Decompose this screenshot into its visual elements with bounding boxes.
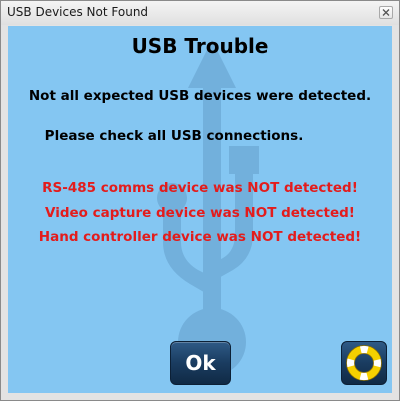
close-button[interactable] xyxy=(379,6,393,19)
ok-button[interactable]: Ok xyxy=(170,341,231,385)
close-icon xyxy=(382,9,390,16)
window-title: USB Devices Not Found xyxy=(7,5,149,19)
detection-message: Not all expected USB devices were detect… xyxy=(28,88,372,104)
error-message-rs485: RS-485 comms device was NOT detected! xyxy=(42,180,358,196)
dialog-content: USB Trouble Not all expected USB devices… xyxy=(8,26,392,393)
help-button[interactable] xyxy=(341,341,387,385)
dialog-window: USB Devices Not Found USB Trouble Not al… xyxy=(0,0,400,401)
error-message-video-capture: Video capture device was NOT detected! xyxy=(45,205,355,221)
error-message-hand-controller: Hand controller device was NOT detected! xyxy=(38,229,362,245)
lifebuoy-icon xyxy=(346,345,382,381)
title-bar: USB Devices Not Found xyxy=(1,1,399,25)
dialog-heading: USB Trouble xyxy=(131,34,269,58)
instruction-message: Please check all USB connections. xyxy=(44,128,304,144)
